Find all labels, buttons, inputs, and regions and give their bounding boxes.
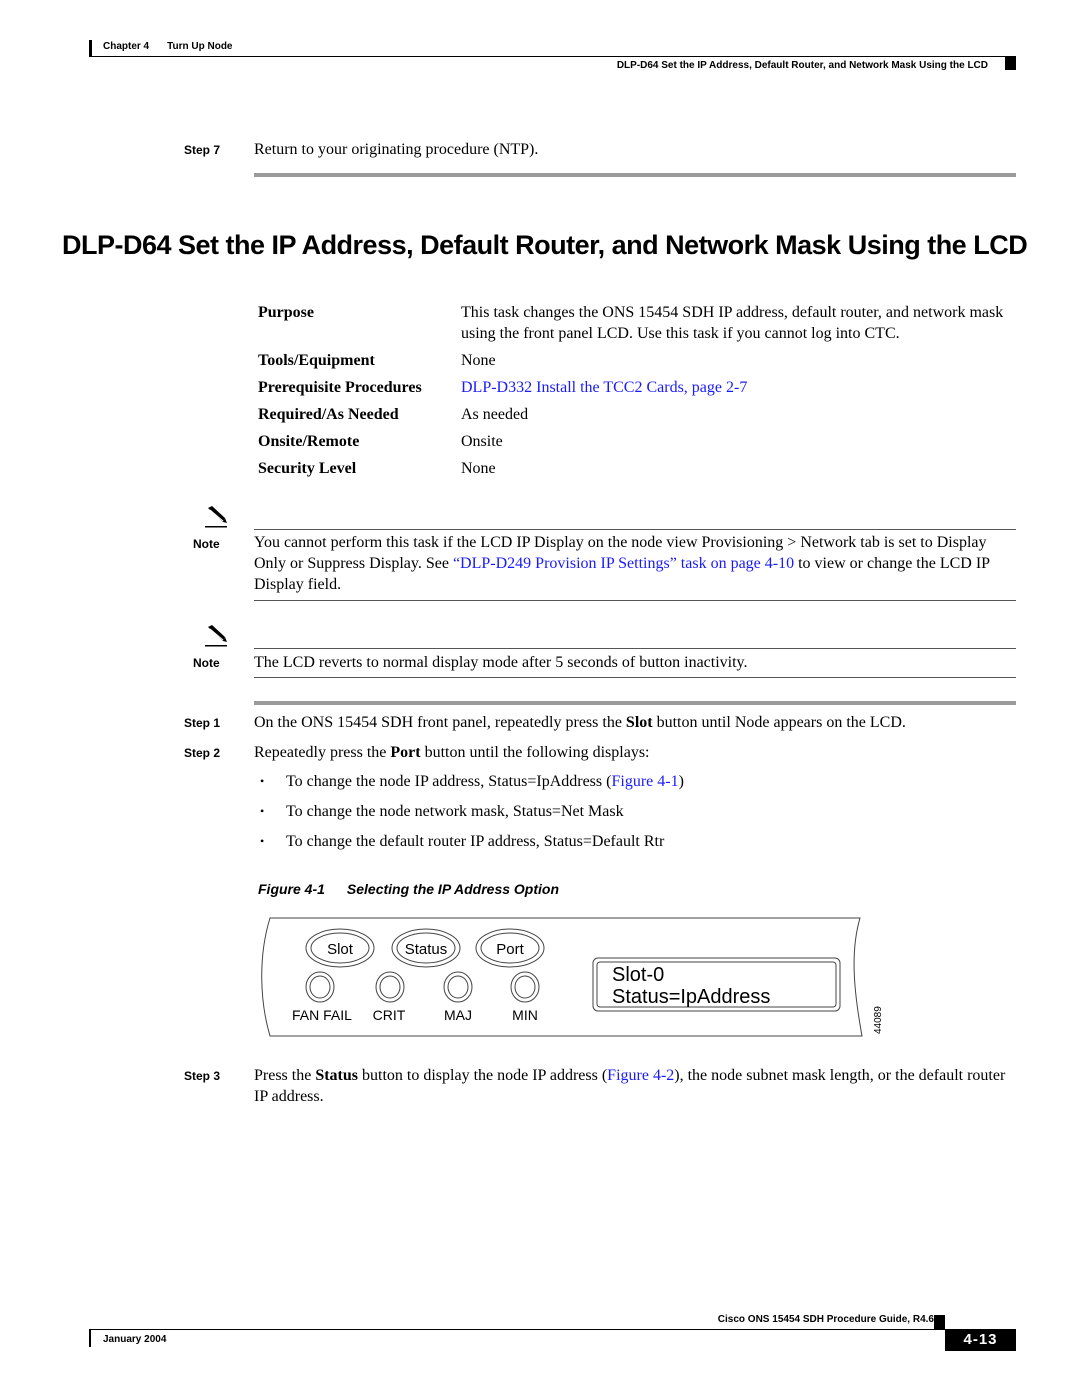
header-bar <box>89 40 92 57</box>
chapter-title: Turn Up Node <box>167 41 233 52</box>
bullet: • <box>260 834 265 848</box>
figure-4-1-link[interactable]: Figure 4-1 <box>611 773 678 790</box>
footer-bar <box>89 1330 91 1347</box>
security-row: Security Level None <box>258 458 1018 479</box>
min-label: MIN <box>512 1007 538 1023</box>
tools-row: Tools/Equipment None <box>258 350 1018 371</box>
row-value: This task changes the ONS 15454 SDH IP a… <box>461 304 1004 342</box>
chapter-number: Chapter 4 <box>103 41 150 52</box>
step-1-label: Step 1 <box>184 716 221 730</box>
lcd-line-1: Slot-0 <box>612 964 664 986</box>
status-button-label: Status <box>405 941 448 958</box>
step-2-text: Repeatedly press the Port button until t… <box>254 742 650 763</box>
status-options-list: • To change the node IP address, Status=I… <box>260 771 684 861</box>
onsite-row: Onsite/Remote Onsite <box>258 431 1018 452</box>
row-label: Onsite/Remote <box>258 433 360 450</box>
list-item: • To change the node IP address, Status=I… <box>260 771 684 792</box>
step-7-text: Return to your originating procedure (NT… <box>254 141 539 158</box>
lcd-front-panel-figure: Slot Status Port FAN FAIL CRIT MAJ MIN S… <box>261 917 884 1037</box>
figure-4-2-link[interactable]: Figure 4-2 <box>607 1067 674 1084</box>
bullet-text: To change the default router IP address,… <box>286 833 665 850</box>
bullet: • <box>260 774 265 788</box>
note-bottom-rule <box>254 600 1016 601</box>
prerequisite-link[interactable]: DLP-D332 Install the TCC2 Cards, page 2-… <box>461 377 1006 398</box>
section-divider <box>254 173 1016 177</box>
pencil-note-icon <box>205 506 227 528</box>
header-section-title: DLP-D64 Set the IP Address, Default Rout… <box>616 60 988 71</box>
figure-title: Selecting the IP Address Option <box>346 881 560 897</box>
note-text: You cannot perform this task if the LCD … <box>254 532 1018 595</box>
crit-label: CRIT <box>373 1007 406 1023</box>
step-text-part: Press the <box>254 1067 316 1084</box>
status-button: Status <box>391 928 461 968</box>
purpose-row: Purpose This task changes the ONS 15454 … <box>258 302 1018 344</box>
bullet-text: To change the node network mask, Status=… <box>286 803 624 820</box>
bullet: • <box>260 804 265 818</box>
fan-fail-led <box>305 971 335 1003</box>
step-3-label: Step 3 <box>184 1069 221 1083</box>
footer-date: January 2004 <box>103 1334 167 1345</box>
figure-id: 44089 <box>873 1006 884 1034</box>
step-text-part: Repeatedly press the <box>254 744 391 761</box>
port-button: Port <box>475 928 545 968</box>
min-led <box>510 971 540 1003</box>
row-label: Required/As Needed <box>258 406 399 423</box>
footer-rule <box>89 1329 939 1330</box>
page-number: 4-13 <box>945 1329 1016 1351</box>
slot-button-ref: Slot <box>625 714 653 731</box>
prerequisite-row: Prerequisite Procedures DLP-D332 Install… <box>258 377 1018 398</box>
step-3-text: Press the Status button to display the n… <box>254 1065 1018 1107</box>
note-label: Note <box>193 537 220 551</box>
purpose-table: Purpose This task changes the ONS 15454 … <box>258 302 1018 485</box>
bullet-text: ) <box>678 773 684 790</box>
figure-caption: Figure 4-1 Selecting the IP Address Optio… <box>258 881 559 897</box>
port-button-label: Port <box>496 941 524 958</box>
header-rule <box>89 56 1007 57</box>
required-row: Required/As Needed As needed <box>258 404 1018 425</box>
page-title: DLP-D64 Set the IP Address, Default Rout… <box>62 230 1028 260</box>
slot-button: Slot <box>305 928 375 968</box>
step-text-part: button to display the node IP address ( <box>358 1067 608 1084</box>
port-button-ref: Port <box>390 744 421 761</box>
note-text: The LCD reverts to normal display mode a… <box>254 654 748 671</box>
lcd-display: Slot-0 Status=IpAddress <box>592 957 841 1012</box>
row-label: Purpose <box>258 304 314 321</box>
row-label: Security Level <box>258 460 357 477</box>
fan-fail-label: FAN FAIL <box>292 1007 352 1023</box>
figure-number: Figure 4-1 <box>258 881 325 897</box>
crit-led <box>375 971 405 1003</box>
step-7-label: Step 7 <box>184 143 221 157</box>
row-label: Tools/Equipment <box>258 352 375 369</box>
step-text-part: On the ONS 15454 SDH front panel, repeat… <box>254 714 626 731</box>
bullet-text: To change the node IP address, Status=Ip… <box>286 773 612 790</box>
list-item: • To change the node network mask, Status… <box>260 801 684 822</box>
step-text-part: button until the following displays: <box>420 744 650 761</box>
status-button-ref: Status <box>315 1067 359 1084</box>
slot-button-label: Slot <box>327 941 354 958</box>
lcd-line-2: Status=IpAddress <box>612 986 770 1008</box>
note-bottom-rule <box>254 677 1016 678</box>
row-label: Prerequisite Procedures <box>258 379 422 396</box>
row-value: None <box>461 460 496 477</box>
footer-guide-title: Cisco ONS 15454 SDH Procedure Guide, R4.… <box>717 1314 934 1325</box>
step-2-label: Step 2 <box>184 746 221 760</box>
list-item: • To change the default router IP address… <box>260 831 684 852</box>
header-chapter: Chapter 4 Turn Up Node <box>103 41 233 52</box>
footer-block <box>934 1315 945 1330</box>
maj-label: MAJ <box>444 1007 472 1023</box>
note-top-rule <box>254 648 1016 649</box>
row-value: Onsite <box>461 433 503 450</box>
maj-led <box>443 971 473 1003</box>
note-label: Note <box>193 656 220 670</box>
dlp-d249-link[interactable]: “DLP-D249 Provision IP Settings” task on… <box>453 555 794 572</box>
row-value: None <box>461 352 496 369</box>
step-text-part: button until Node appears on the LCD. <box>652 714 906 731</box>
row-value: As needed <box>461 406 529 423</box>
header-block <box>1005 56 1016 70</box>
step-1-text: On the ONS 15454 SDH front panel, repeat… <box>254 712 906 733</box>
note-top-rule <box>254 529 1016 530</box>
pencil-note-icon <box>205 625 227 647</box>
section-divider <box>254 701 1016 705</box>
